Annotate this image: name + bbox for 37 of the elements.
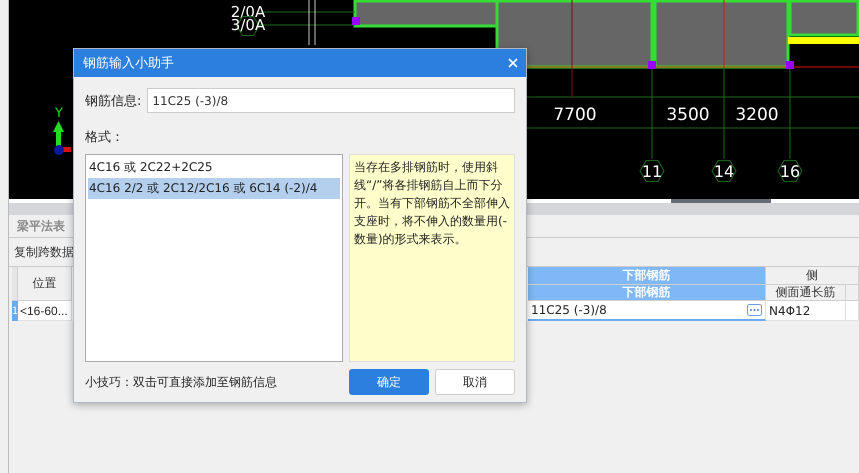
grid-bubble: 14 (711, 160, 737, 182)
grid-bubble: 16 (777, 160, 803, 182)
format-item[interactable]: 4C16 2/2 或 2C12/2C16 或 6C14 (-2)/4 (88, 178, 340, 199)
format-label: 格式： (85, 129, 125, 146)
note-text: 当存在多排钢筋时，使用斜线“/”将各排钢筋自上而下分开。当有下部钢筋不全部伸入支座时，将不伸入的数量用(-数量)的形式来表示。 (349, 154, 515, 362)
table-cell[interactable]: 11C25 (-3)/8 (528, 301, 766, 321)
column-marker (352, 17, 360, 25)
coordinate-axes-icon (53, 121, 71, 155)
beam-highlight (788, 37, 859, 44)
table-cell: N4Φ12 (766, 301, 846, 321)
tip-text: 小技巧：双击可直接添加至钢筋信息 (85, 374, 277, 390)
format-item[interactable]: 4C16 或 2C22+2C25 (88, 157, 340, 178)
column-header (846, 285, 859, 301)
column-header: 侧面通长筋 (766, 285, 846, 301)
column-header: 位置 (18, 267, 72, 301)
cancel-button[interactable]: 取消 (435, 369, 515, 395)
axis-y-label: Y (55, 106, 63, 121)
more-icon[interactable] (747, 304, 762, 316)
table-cell (846, 301, 859, 321)
dimension-label: 7700 (553, 105, 597, 125)
field-label: 钢筋信息: (85, 92, 142, 110)
dialog-title: 钢筋输入小助手 (83, 55, 174, 72)
column-group-header: 下部钢筋 (528, 267, 766, 285)
rebar-info-field[interactable]: 11C25 (-3)/8 (147, 88, 515, 113)
ok-button[interactable]: 确定 (349, 369, 429, 395)
grid-bubble: 11 (639, 160, 665, 182)
table-cell: <16-60... (18, 301, 72, 321)
cell-value: 11C25 (-3)/8 (531, 303, 607, 317)
close-icon[interactable] (508, 58, 518, 68)
column-marker (648, 61, 656, 69)
scrollbar-thumb[interactable] (671, 199, 771, 203)
column-header: 下部钢筋 (528, 285, 766, 301)
dimension-label: 3500 (666, 105, 710, 125)
column-group-header: 侧 (766, 267, 859, 285)
column-marker (786, 61, 794, 69)
copy-span-button[interactable]: 复制跨数据 (12, 242, 76, 262)
dimension-label: 3200 (735, 105, 779, 125)
